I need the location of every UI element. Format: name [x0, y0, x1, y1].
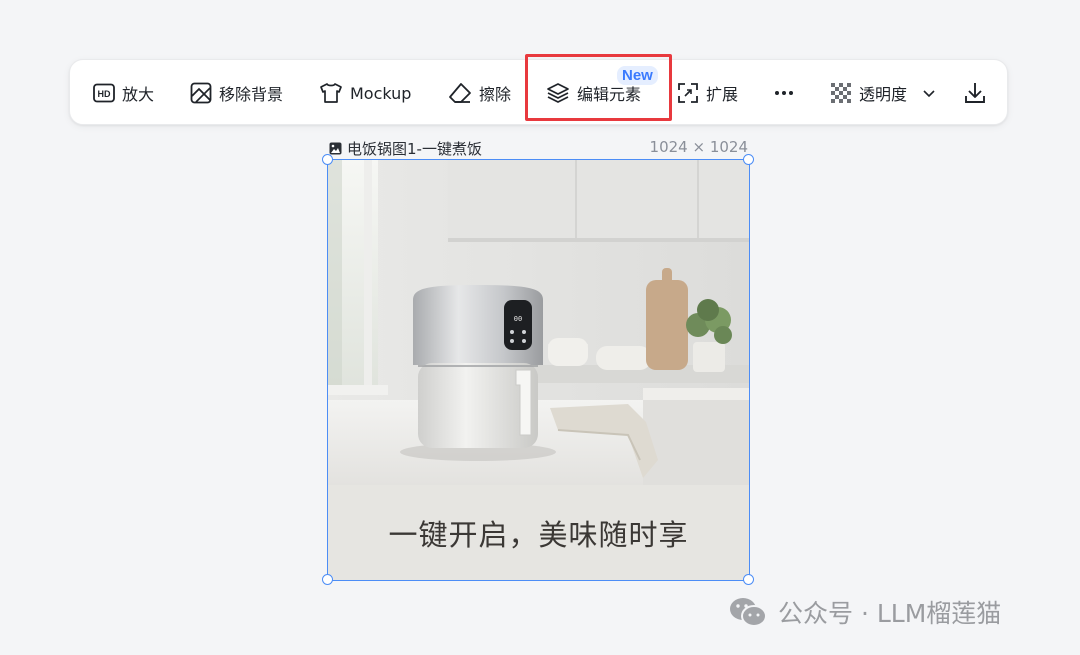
- watermark-text: 公众号 · LLM榴莲猫: [778, 599, 1002, 628]
- image-caption: 一键开启，美味随时享: [328, 485, 749, 580]
- transparency-checker-icon: [831, 83, 851, 103]
- remove-background-label: 移除背景: [219, 85, 284, 104]
- upscale-label: 放大: [122, 85, 155, 104]
- resize-handle-top-left[interactable]: [322, 154, 333, 165]
- image-dimensions: 1024 × 1024: [649, 138, 748, 156]
- new-badge: New: [617, 66, 658, 85]
- svg-text:HD: HD: [98, 89, 111, 99]
- watermark: 公众号 · LLM榴莲猫: [728, 594, 1001, 630]
- image-toolbar: HD 放大 移除背景 Mockup 擦除 编辑元素 扩展 透明度: [69, 59, 1008, 125]
- expand-icon: [678, 83, 698, 103]
- resize-handle-bottom-left[interactable]: [322, 574, 333, 585]
- wechat-icon: [730, 598, 767, 627]
- layers-icon: [547, 83, 569, 103]
- remove-background-button[interactable]: 移除背景: [190, 60, 283, 126]
- mockup-button[interactable]: Mockup: [319, 60, 411, 126]
- resize-handle-top-right[interactable]: [743, 154, 754, 165]
- hd-icon: HD: [93, 83, 115, 103]
- svg-text:00: 00: [514, 315, 522, 323]
- download-button[interactable]: [963, 60, 987, 126]
- eraser-icon: [449, 83, 471, 103]
- image-title: 电饭锅图1-一键煮饭: [329, 138, 482, 159]
- more-dots-icon: [775, 91, 793, 95]
- upscale-button[interactable]: HD 放大: [93, 60, 154, 126]
- chevron-down-icon[interactable]: [922, 88, 936, 98]
- erase-button[interactable]: 擦除: [448, 60, 511, 126]
- resize-handle-bottom-right[interactable]: [743, 574, 754, 585]
- transparency-label: 透明度: [859, 85, 908, 104]
- image-icon: [329, 142, 342, 155]
- remove-background-icon: [190, 82, 212, 104]
- more-button[interactable]: [774, 60, 794, 126]
- kitchen-photo: 00: [328, 160, 749, 485]
- download-icon: [965, 83, 985, 103]
- selected-image[interactable]: 00 一键开启，美味随时享: [327, 159, 750, 581]
- transparency-button[interactable]: 透明度: [830, 60, 936, 126]
- expand-label: 扩展: [706, 85, 739, 104]
- erase-label: 擦除: [479, 85, 512, 104]
- expand-button[interactable]: 扩展: [677, 60, 738, 126]
- tshirt-icon: [320, 83, 342, 103]
- mockup-label: Mockup: [350, 83, 412, 103]
- image-title-text: 电饭锅图1-一键煮饭: [347, 140, 482, 158]
